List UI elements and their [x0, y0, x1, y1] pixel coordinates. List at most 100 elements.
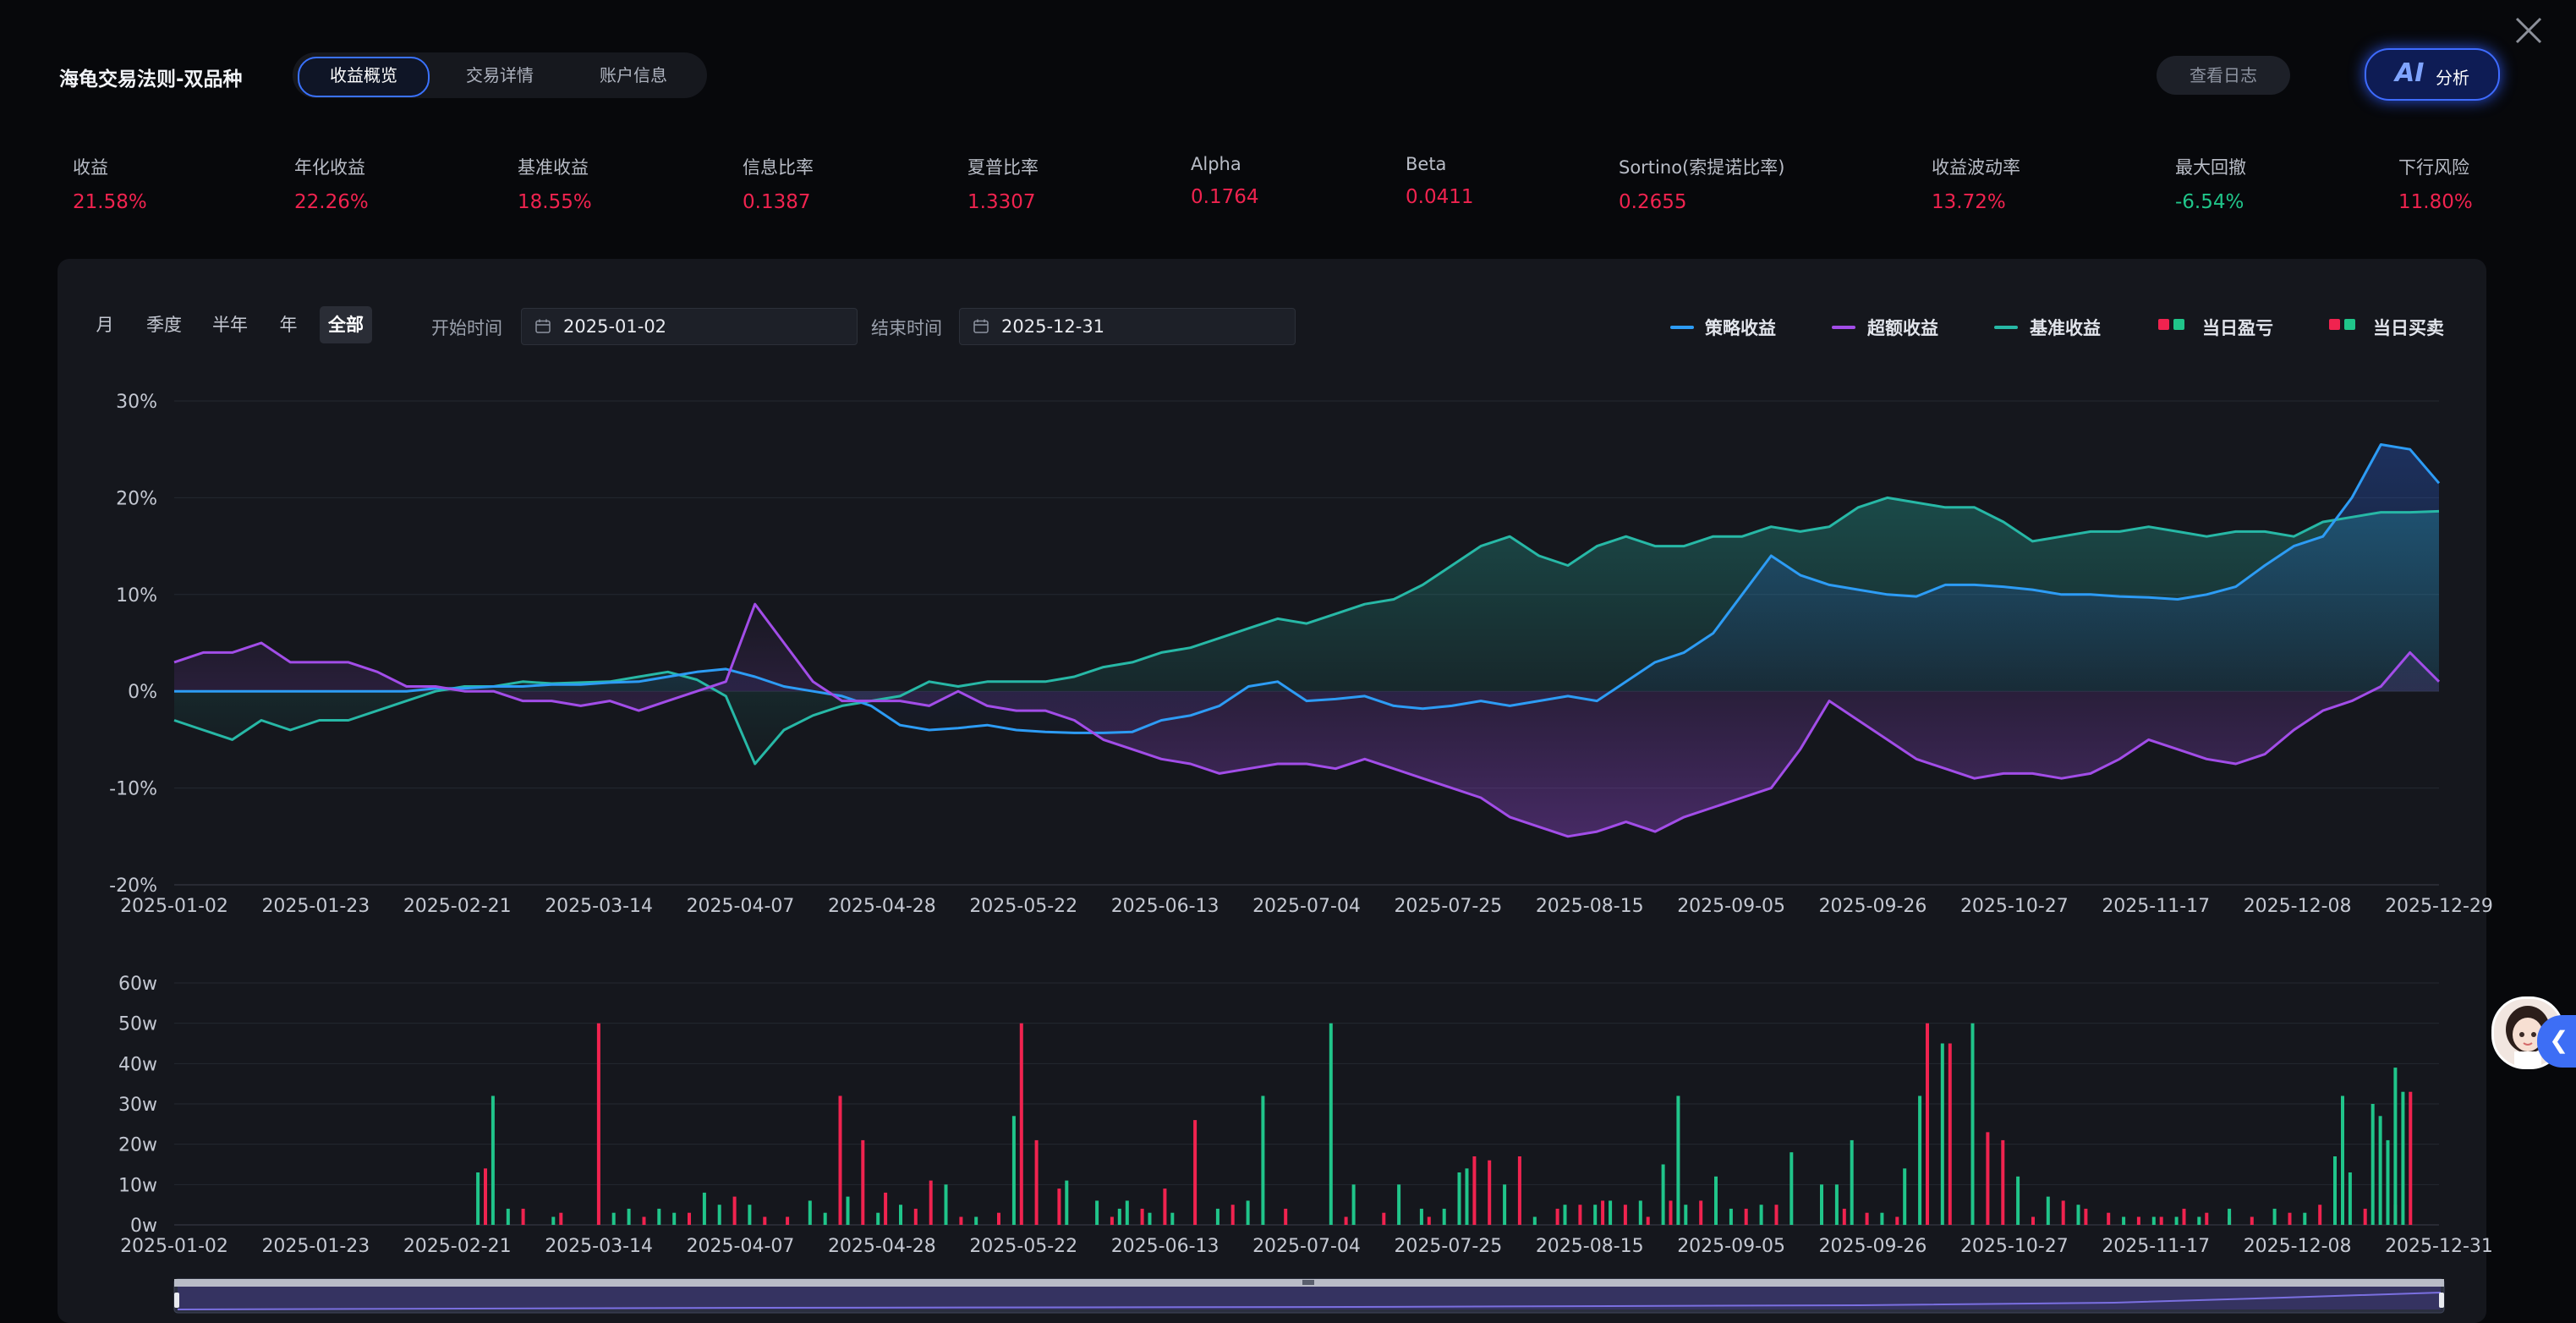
bar-sell: [1095, 1200, 1099, 1225]
bar-sell: [2386, 1139, 2390, 1225]
bar-buy: [786, 1216, 790, 1225]
bar-buy: [2107, 1212, 2111, 1225]
bar-x-tick-label: 2025-02-21: [403, 1236, 512, 1257]
bar-buy: [1555, 1208, 1559, 1225]
bar-buy: [2031, 1216, 2035, 1225]
bar-buy: [2318, 1205, 2322, 1225]
bar-sell: [491, 1095, 495, 1225]
bar-buy: [1669, 1200, 1673, 1225]
bar-sell: [2393, 1068, 2398, 1225]
bar-sell: [846, 1196, 850, 1225]
line-x-tick-label: 2025-07-04: [1252, 896, 1361, 917]
bar-sell: [2122, 1216, 2126, 1225]
bar-sell: [2151, 1216, 2156, 1225]
bar-x-tick-label: 2025-12-08: [2244, 1236, 2352, 1257]
bar-buy: [763, 1216, 767, 1225]
bar-sell: [2401, 1091, 2405, 1225]
bar-buy: [1034, 1139, 1039, 1225]
bar-sell: [551, 1216, 556, 1225]
charts-canvas: 30% 20% 10% 0% -10% -20% 2025-01-02 2025-01-23…: [109, 392, 2493, 1314]
line-x-tick-label: 2025-09-05: [1677, 896, 1785, 917]
line-x-tick-label: 2025-04-07: [687, 896, 795, 917]
bar-buy: [642, 1216, 646, 1225]
bar-sell: [1011, 1116, 1016, 1225]
bar-sell: [1532, 1216, 1537, 1225]
bar-buy: [484, 1168, 487, 1225]
bar-buy: [1986, 1132, 1990, 1225]
bar-buy: [1601, 1200, 1605, 1225]
line-x-tick-label: 2025-08-15: [1536, 896, 1644, 917]
line-y-tick-label: -20%: [109, 876, 157, 897]
bar-chart-grid: [174, 982, 2439, 1226]
bar-buy: [1926, 1023, 1929, 1225]
bar-sell: [899, 1205, 902, 1225]
line-x-tick-label: 2025-05-22: [969, 896, 1077, 917]
bar-y-tick-label: 10w: [118, 1175, 157, 1196]
bar-sell: [702, 1192, 706, 1225]
bar-buy: [1193, 1120, 1198, 1225]
bar-buy: [2205, 1212, 2209, 1225]
bar-buy: [2250, 1216, 2254, 1225]
bar-buy: [1646, 1216, 1650, 1225]
line-x-tick-label: 2025-02-21: [403, 896, 512, 917]
bar-sell: [1714, 1176, 1718, 1225]
bar-sell: [2272, 1208, 2277, 1225]
bar-x-tick-label: 2025-10-27: [1960, 1236, 2069, 1257]
bar-sell: [1834, 1184, 1839, 1225]
bar-x-tick-label: 2025-07-04: [1252, 1236, 1361, 1257]
bar-buy: [1427, 1216, 1431, 1225]
bar-chart-x-axis: 2025-01-02 2025-01-23 2025-02-21 2025-03-14…: [120, 1236, 2493, 1257]
bar-buy: [2363, 1208, 2367, 1225]
bar-sell: [611, 1212, 616, 1225]
bar-sell: [1820, 1184, 1823, 1225]
bar-sell: [1789, 1152, 1794, 1225]
zoom-slider[interactable]: [173, 1278, 2445, 1314]
line-chart-y-axis: 30% 20% 10% 0% -10% -20%: [109, 392, 157, 897]
line-x-tick-label: 2025-11-17: [2102, 896, 2210, 917]
bar-sell: [1419, 1208, 1423, 1225]
bar-buy: [1774, 1205, 1779, 1225]
bar-sell: [1503, 1184, 1507, 1225]
zoom-slider-grip-icon[interactable]: [1302, 1280, 1314, 1285]
bar-buy: [1578, 1205, 1582, 1225]
bar-x-tick-label: 2025-12-31: [2385, 1236, 2493, 1257]
bar-x-tick-label: 2025-05-22: [969, 1236, 1077, 1257]
bar-y-tick-label: 30w: [118, 1095, 157, 1116]
bar-buy: [913, 1208, 918, 1225]
line-y-tick-label: 20%: [116, 488, 157, 509]
line-y-tick-label: 0%: [128, 682, 157, 703]
bar-y-tick-label: 0w: [130, 1216, 157, 1237]
line-x-tick-label: 2025-10-27: [1960, 896, 2069, 917]
line-x-tick-label: 2025-03-14: [545, 896, 653, 917]
bar-sell: [2228, 1208, 2232, 1225]
zoom-slider-right-handle[interactable]: [2439, 1293, 2444, 1308]
bar-buy: [1948, 1043, 1952, 1225]
bar-sell: [1215, 1208, 1219, 1225]
bar-y-tick-label: 20w: [118, 1135, 157, 1156]
zoom-slider-selection[interactable]: [178, 1286, 2441, 1309]
line-chart-x-axis: 2025-01-02 2025-01-23 2025-02-21 2025-03-14…: [120, 896, 2493, 917]
bar-sell: [748, 1205, 752, 1225]
bar-buy: [861, 1139, 865, 1225]
bar-buy: [732, 1196, 737, 1225]
bar-x-tick-label: 2025-06-13: [1111, 1236, 1219, 1257]
bar-buy: [997, 1212, 1000, 1225]
bar-buy: [1472, 1156, 1477, 1225]
line-y-tick-label: 30%: [116, 392, 157, 413]
bar-sell: [2341, 1095, 2344, 1225]
bar-sell: [1970, 1023, 1975, 1225]
line-x-tick-label: 2025-04-28: [828, 896, 936, 917]
bar-sell: [2197, 1216, 2201, 1225]
bar-sell: [1729, 1208, 1733, 1225]
bar-y-tick-label: 60w: [118, 974, 157, 995]
chevron-left-icon: ❮: [2549, 1026, 2569, 1054]
bar-y-tick-label: 40w: [118, 1054, 157, 1075]
bar-sell: [1593, 1205, 1598, 1225]
bar-buy: [2136, 1216, 2140, 1225]
bar-buy: [959, 1216, 963, 1225]
bar-sell: [1609, 1200, 1613, 1225]
bar-sell: [2303, 1212, 2307, 1225]
bar-sell: [1148, 1212, 1152, 1225]
zoom-slider-left-handle[interactable]: [174, 1293, 179, 1308]
bar-sell: [1918, 1095, 1922, 1225]
